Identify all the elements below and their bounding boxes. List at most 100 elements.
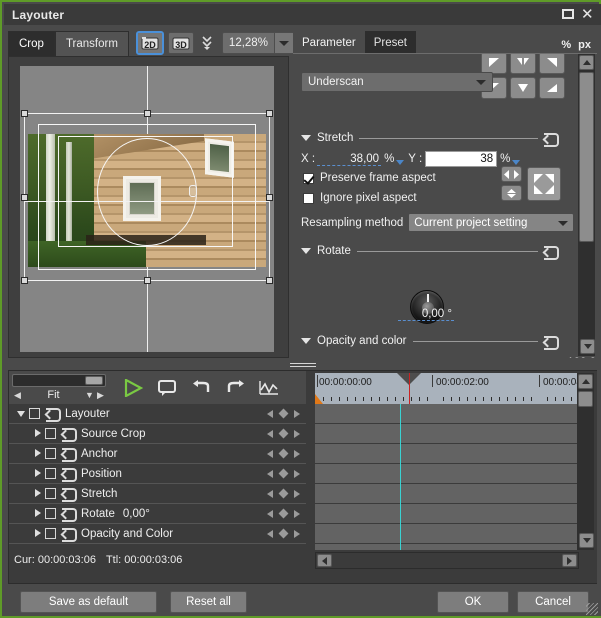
table-row[interactable]: Position	[9, 464, 306, 484]
grid-row[interactable]	[315, 464, 579, 484]
table-row[interactable]: Stretch	[9, 484, 306, 504]
scroll-right-button[interactable]	[562, 554, 577, 567]
grid-row[interactable]	[315, 444, 579, 464]
fit-horizontal-button[interactable]	[501, 166, 522, 182]
add-keyframe-icon[interactable]	[278, 448, 289, 459]
resampling-select[interactable]: Current project setting	[408, 213, 575, 232]
handle-w[interactable]	[21, 194, 28, 201]
stretch-x-spinner-icon[interactable]	[396, 159, 405, 165]
preview-canvas[interactable]	[20, 66, 274, 352]
expand-triangle-icon[interactable]	[29, 429, 45, 438]
timeline-vscrollbar[interactable]	[577, 373, 594, 550]
table-row[interactable]: Anchor	[9, 444, 306, 464]
time-ruler[interactable]: 00:00:00:00 00:00:02:00 00:00:04:0	[315, 373, 579, 404]
reset-row-icon[interactable]	[46, 408, 61, 422]
reset-stretch-icon[interactable]	[544, 132, 559, 147]
stretch-y-input[interactable]	[425, 151, 498, 167]
row-checkbox[interactable]	[45, 468, 56, 479]
ignore-pixel-aspect-row[interactable]: Ignore pixel aspect	[303, 192, 417, 204]
prev-keyframe-icon[interactable]	[267, 509, 273, 518]
opacity-source-value[interactable]: 100,0 %	[552, 357, 597, 358]
add-keyframe-icon[interactable]	[278, 508, 289, 519]
scroll-down-button[interactable]	[579, 533, 594, 548]
collapse-triangle-icon[interactable]	[301, 135, 311, 141]
zoom-slider-thumb[interactable]	[85, 375, 103, 385]
add-keyframe-icon[interactable]	[278, 528, 289, 539]
handle-e[interactable]	[266, 194, 273, 201]
table-row[interactable]: Opacity and Color	[9, 524, 306, 544]
add-keyframe-icon[interactable]	[278, 408, 289, 419]
handle-se[interactable]	[266, 277, 273, 284]
collapse-triangle-icon[interactable]	[301, 248, 311, 254]
timeline-fit-select[interactable]: ◀ Fit ▼ ▶	[12, 387, 106, 403]
row-checkbox[interactable]	[29, 408, 40, 419]
scroll-thumb[interactable]	[579, 72, 594, 242]
collapse-triangle-icon[interactable]	[301, 338, 311, 344]
reset-row-icon[interactable]	[62, 528, 77, 542]
next-keyframe-icon[interactable]	[294, 429, 300, 438]
undo-icon[interactable]	[191, 378, 211, 398]
expand-triangle-icon[interactable]	[29, 489, 45, 498]
tab-parameter[interactable]: Parameter	[293, 31, 365, 54]
chevron-double-down-icon[interactable]	[199, 32, 215, 54]
handle-nw[interactable]	[21, 110, 28, 117]
align-bottom-center-button[interactable]	[510, 77, 536, 99]
row-checkbox[interactable]	[45, 488, 56, 499]
parameter-scrollbar[interactable]	[578, 54, 595, 356]
ignore-pixel-aspect-checkbox[interactable]	[303, 192, 314, 204]
scroll-up-button[interactable]	[579, 55, 594, 70]
stretch-x-value[interactable]: 38,00	[317, 153, 382, 166]
table-row[interactable]: Source Crop	[9, 424, 306, 444]
chevron-down-icon[interactable]	[273, 33, 293, 53]
prev-keyframe-icon[interactable]	[267, 409, 273, 418]
timeline-zoom-slider[interactable]	[12, 373, 106, 387]
view-3d-button[interactable]: 3D	[167, 32, 194, 54]
panel-splitter[interactable]	[8, 361, 597, 368]
play-icon[interactable]	[123, 378, 143, 398]
tab-crop[interactable]: Crop	[8, 31, 55, 56]
expand-triangle-icon[interactable]	[29, 529, 45, 538]
expand-triangle-icon[interactable]	[29, 509, 45, 518]
chevron-down-icon[interactable]	[558, 217, 573, 229]
handle-n[interactable]	[144, 110, 151, 117]
cancel-button[interactable]: Cancel	[517, 591, 589, 613]
prev-keyframe-icon[interactable]	[267, 489, 273, 498]
grid-row[interactable]	[315, 404, 579, 424]
expand-triangle-icon[interactable]	[29, 449, 45, 458]
handle-s[interactable]	[144, 277, 151, 284]
table-row[interactable]: Rotate 0,00°	[9, 504, 306, 524]
next-keyframe-icon[interactable]	[294, 489, 300, 498]
expand-triangle-icon[interactable]	[13, 409, 29, 418]
tab-transform[interactable]: Transform	[54, 31, 129, 56]
align-bottom-right-button[interactable]	[539, 77, 565, 99]
add-keyframe-icon[interactable]	[278, 488, 289, 499]
align-top-right-button[interactable]	[539, 54, 565, 74]
reset-rotate-icon[interactable]	[544, 245, 559, 260]
redo-icon[interactable]	[225, 378, 245, 398]
view-2d-button[interactable]: 2D	[135, 31, 164, 55]
chevron-down-icon[interactable]	[476, 79, 492, 85]
next-keyframe-icon[interactable]	[294, 409, 300, 418]
prev-keyframe-icon[interactable]	[267, 529, 273, 538]
grid-row[interactable]	[315, 424, 579, 444]
prev-keyframe-icon[interactable]	[267, 429, 273, 438]
unit-percent-label[interactable]: %	[561, 39, 571, 51]
ok-button[interactable]: OK	[437, 591, 509, 613]
next-keyframe-icon[interactable]	[294, 529, 300, 538]
fit-prev-arrow-icon[interactable]: ◀	[12, 390, 23, 401]
chevron-down-icon[interactable]: ▼	[84, 390, 95, 400]
grid-row[interactable]	[315, 484, 579, 504]
keyframe-comment-icon[interactable]	[157, 378, 177, 398]
row-checkbox[interactable]	[45, 448, 56, 459]
reset-all-button[interactable]: Reset all	[170, 591, 247, 613]
scroll-up-button[interactable]	[578, 374, 593, 389]
section-stretch-header[interactable]: Stretch	[301, 132, 559, 147]
fit-vertical-button[interactable]	[501, 185, 522, 201]
reset-opacity-icon[interactable]	[544, 335, 559, 350]
table-row[interactable]: Layouter	[9, 404, 306, 424]
reset-row-icon[interactable]	[62, 508, 77, 522]
grid-row[interactable]	[315, 524, 579, 544]
row-checkbox[interactable]	[45, 508, 56, 519]
row-checkbox[interactable]	[45, 428, 56, 439]
unit-px-label[interactable]: px	[578, 39, 591, 51]
